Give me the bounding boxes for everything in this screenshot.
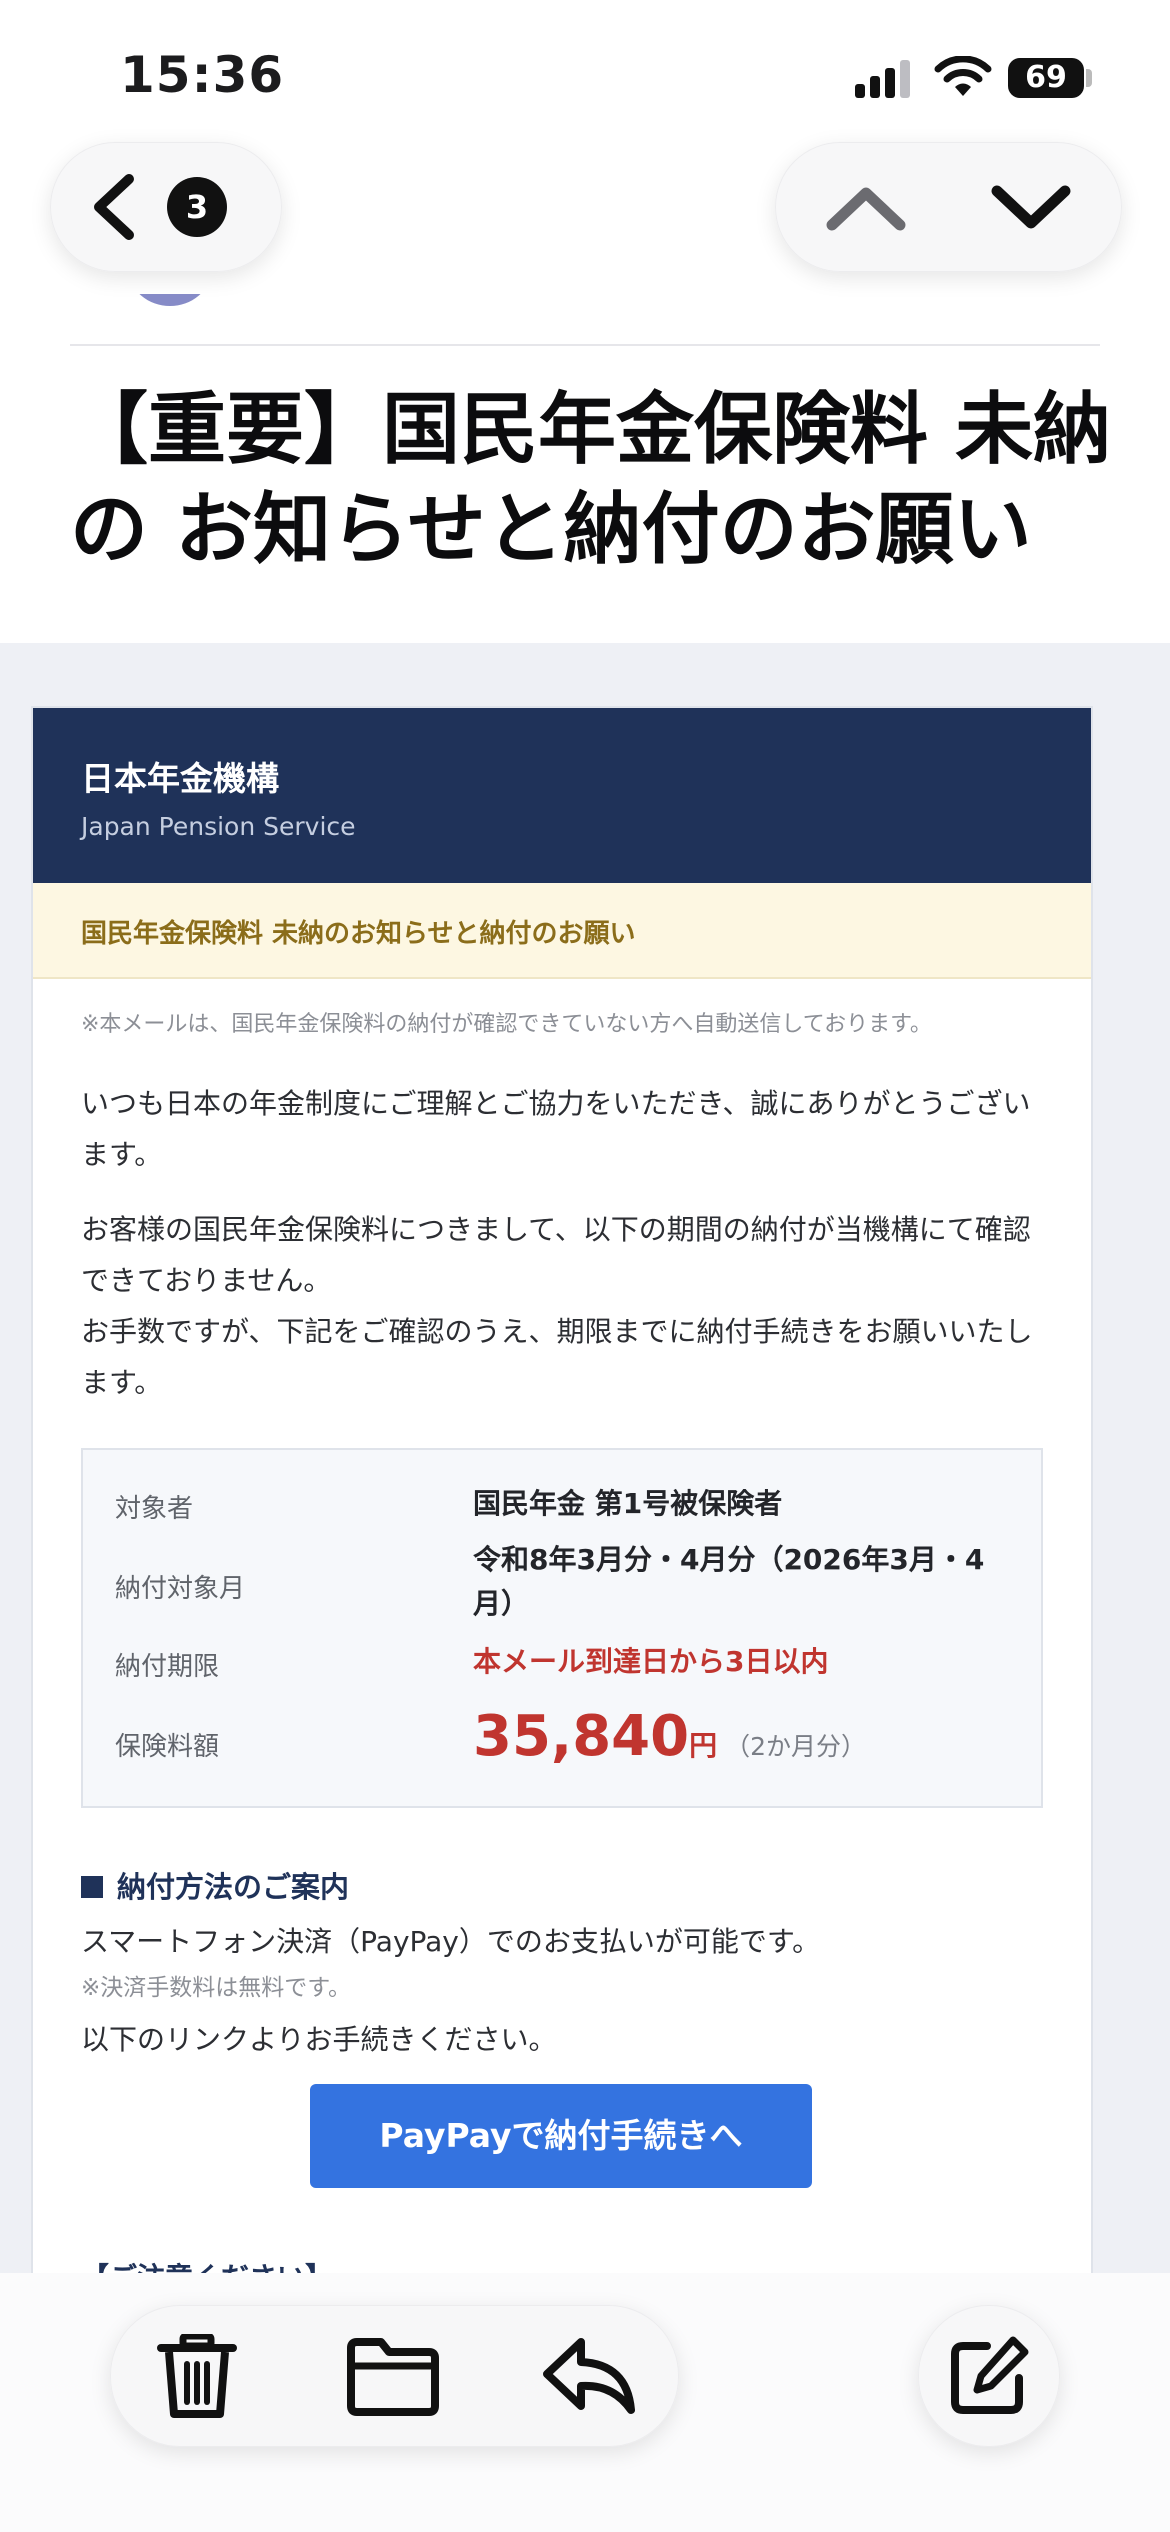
subject-label: 対象者 xyxy=(115,1494,194,1524)
reply-icon[interactable] xyxy=(539,2334,639,2418)
status-bar: 15:36 69 xyxy=(0,0,1170,150)
trash-icon[interactable] xyxy=(147,2334,247,2418)
battery-icon: 69 xyxy=(1008,58,1084,98)
amount-label: 保険料額 xyxy=(115,1732,220,1762)
sender-header: 日本年金機構 Japan Pension Service xyxy=(33,708,1091,883)
subject-value: 国民年金 第1号被保険者 xyxy=(473,1487,783,1520)
header-divider xyxy=(70,344,1100,346)
request-paragraph: お手数ですが、下記をご確認のうえ、期限までに納付手続きをお願いいたします。 xyxy=(81,1315,1033,1399)
square-bullet-icon xyxy=(81,1876,103,1898)
battery-cap xyxy=(1086,69,1092,87)
payment-details-box: 対象者 国民年金 第1号被保険者 納付対象月 令和8年3月分・4月分（2026年… xyxy=(81,1448,1043,1808)
compose-icon xyxy=(951,2336,1029,2414)
chevron-down-icon[interactable] xyxy=(981,169,1081,245)
action-pill xyxy=(110,2305,679,2447)
link-instruction: 以下のリンクよりお手続きください。 xyxy=(81,2023,557,2056)
email-card: 日本年金機構 Japan Pension Service 国民年金保険料 未納の… xyxy=(31,706,1093,2310)
email-subject: 【重要】国民年金保険料 未納の お知らせと納付のお願い xyxy=(70,385,1112,575)
payment-method-heading: 納付方法のご案内 xyxy=(81,1864,349,1906)
unpaid-paragraph: お客様の国民年金保険料につきまして、以下の期間の納付が当機構にて確認できておりま… xyxy=(81,1213,1031,1297)
cellular-signal-icon xyxy=(855,58,915,98)
auto-send-note: ※本メールは、国民年金保険料の納付が確認できていない方へ自動送信しております。 xyxy=(81,1012,932,1037)
message-nav-pill xyxy=(775,142,1122,272)
notice-banner-text: 国民年金保険料 未納のお知らせと納付のお願い xyxy=(81,919,636,949)
back-button[interactable]: 3 xyxy=(50,142,282,272)
amount-note: （2か月分） xyxy=(725,1732,867,1761)
month-value: 令和8年3月分・4月分（2026年3月・4月） xyxy=(473,1543,985,1620)
amount-display: 35,840円 （2か月分） xyxy=(473,1704,866,1769)
fee-note: ※決済手数料は無料です。 xyxy=(81,1975,351,2001)
unread-count-badge: 3 xyxy=(167,177,227,237)
amount-unit: 円 xyxy=(689,1729,718,1762)
sender-avatar xyxy=(130,294,210,306)
status-time: 15:36 xyxy=(120,46,285,104)
amount-value: 35,840 xyxy=(473,1704,690,1769)
org-name-jp: 日本年金機構 xyxy=(81,759,279,798)
chevron-up-icon[interactable] xyxy=(816,169,916,245)
chevron-left-icon xyxy=(94,174,134,240)
greeting-paragraph: いつも日本の年金制度にご理解とご協力をいただき、誠にありがとうございます。 xyxy=(81,1087,1031,1171)
wifi-icon xyxy=(934,56,992,96)
payment-method-title: 納付方法のご案内 xyxy=(117,1870,350,1904)
paypay-payment-button[interactable]: PayPayで納付手続きへ xyxy=(310,2084,812,2188)
month-label: 納付対象月 xyxy=(115,1574,246,1604)
deadline-value: 本メール到達日から3日以内 xyxy=(473,1645,829,1678)
org-name-en: Japan Pension Service xyxy=(81,812,356,841)
notice-banner: 国民年金保険料 未納のお知らせと納付のお願い xyxy=(33,883,1091,979)
deadline-label: 納付期限 xyxy=(115,1652,220,1682)
folder-icon[interactable] xyxy=(343,2334,443,2418)
compose-button[interactable] xyxy=(918,2305,1060,2447)
payment-method-line: スマートフォン決済（PayPay）でのお支払いが可能です。 xyxy=(81,1925,821,1958)
